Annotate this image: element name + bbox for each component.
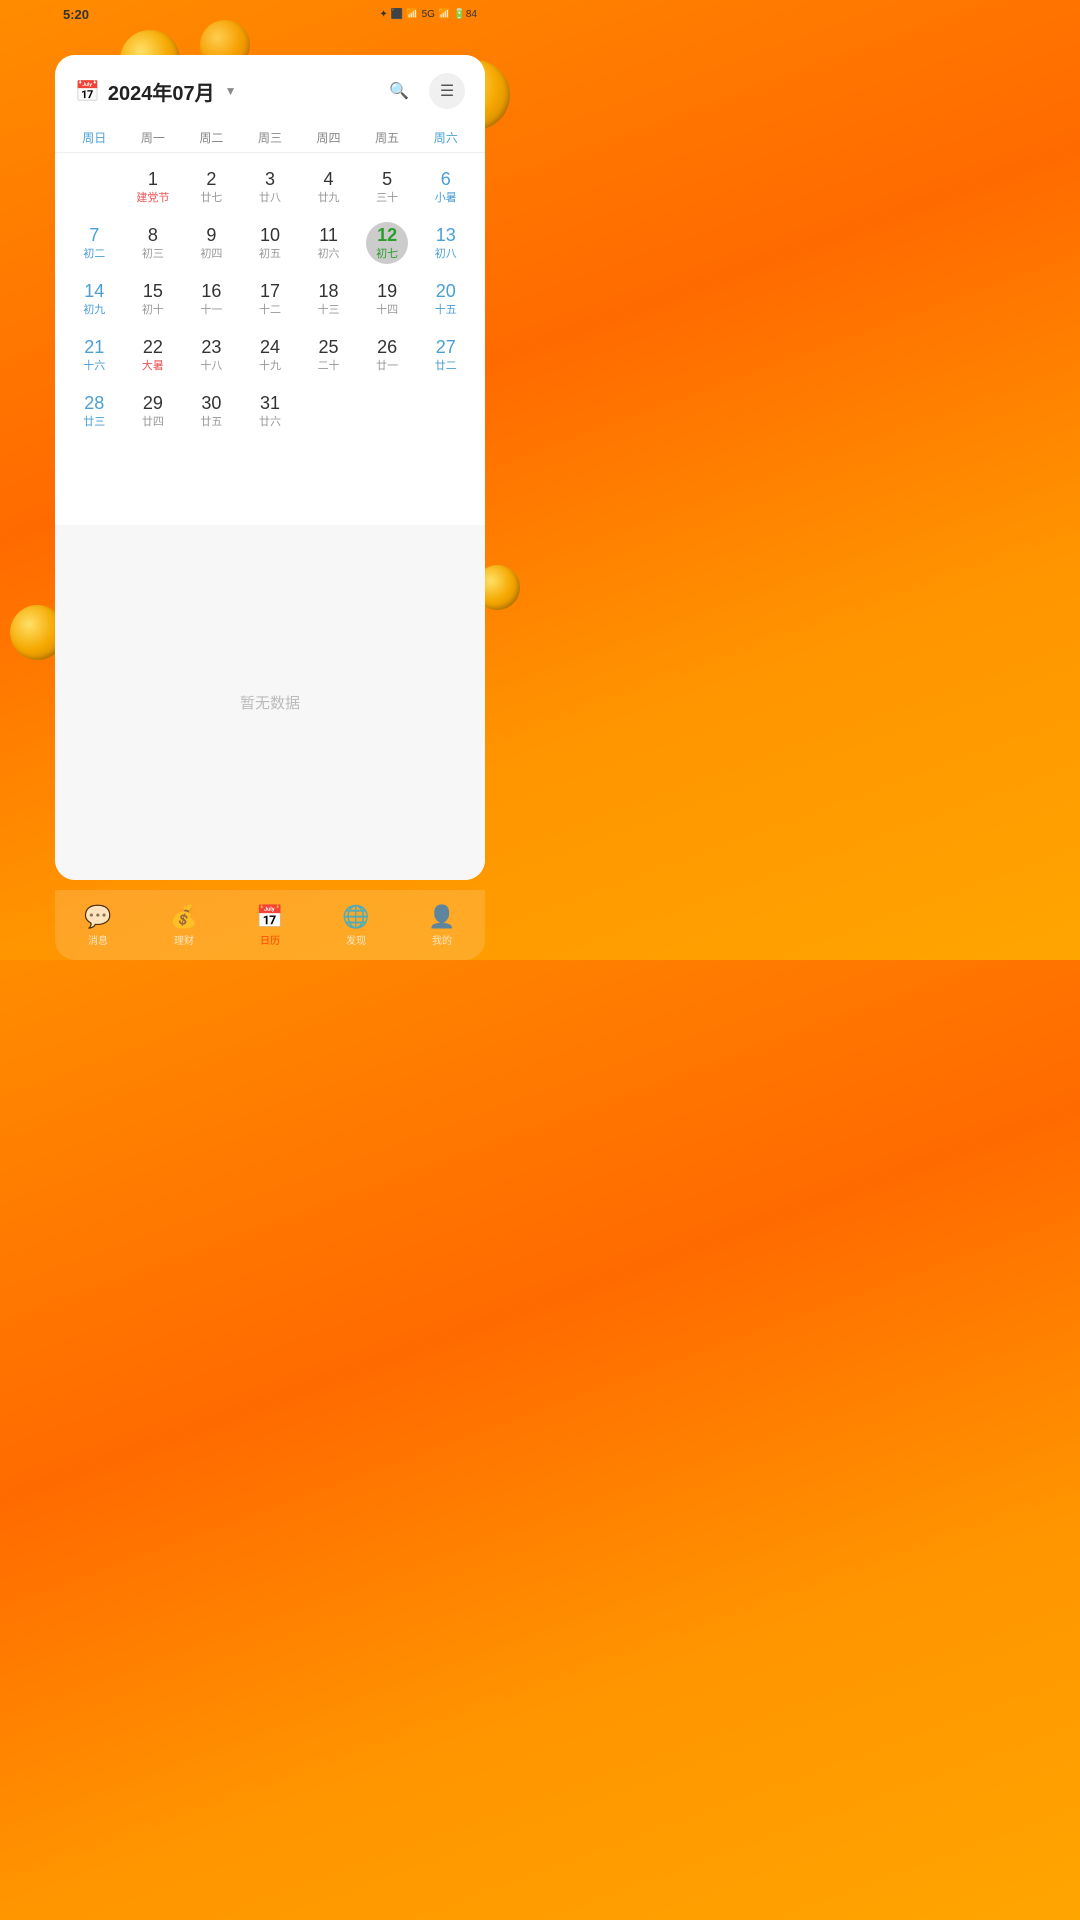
nav-message[interactable]: 💬 消息	[84, 904, 111, 947]
calendar-header: 📅 2024年07月 ▼ 🔍 ☰	[55, 55, 485, 121]
nav-finance-label: 理财	[174, 932, 194, 947]
calendar-grid: 1 建党节 2 廿七 3 廿八 4 廿九 5 三十 6 小暑	[55, 153, 485, 525]
status-icons: ✦ ⬛ 📶 5G 📶 🔋84	[379, 9, 477, 20]
calendar-week-1: 1 建党节 2 廿七 3 廿八 4 廿九 5 三十 6 小暑	[65, 161, 475, 213]
day-7[interactable]: 7 初二	[65, 217, 124, 269]
day-28[interactable]: 28 廿三	[65, 385, 124, 437]
day-23[interactable]: 23 十八	[182, 329, 241, 381]
day-24[interactable]: 24 十九	[241, 329, 300, 381]
weekday-wed: 周三	[241, 129, 300, 146]
day-empty-3	[358, 385, 417, 437]
search-button[interactable]: 🔍	[381, 73, 417, 109]
day-3[interactable]: 3 廿八	[241, 161, 300, 213]
day-21[interactable]: 21 十六	[65, 329, 124, 381]
day-9[interactable]: 9 初四	[182, 217, 241, 269]
day-15[interactable]: 15 初十	[124, 273, 183, 325]
day-16[interactable]: 16 十一	[182, 273, 241, 325]
day-10[interactable]: 10 初五	[241, 217, 300, 269]
weekday-tue: 周二	[182, 129, 241, 146]
day-4[interactable]: 4 廿九	[299, 161, 358, 213]
nav-profile[interactable]: 👤 我的	[428, 904, 455, 947]
day-17[interactable]: 17 十二	[241, 273, 300, 325]
weekday-mon: 周一	[124, 129, 183, 146]
day-empty-1	[65, 161, 124, 213]
header-left[interactable]: 📅 2024年07月 ▼	[75, 77, 237, 106]
header-right: 🔍 ☰	[381, 73, 465, 109]
status-bar: 5:20 ✦ ⬛ 📶 5G 📶 🔋84	[55, 0, 485, 28]
weekday-thu: 周四	[299, 129, 358, 146]
day-25[interactable]: 25 二十	[299, 329, 358, 381]
profile-icon: 👤	[428, 904, 455, 930]
day-5[interactable]: 5 三十	[358, 161, 417, 213]
day-2[interactable]: 2 廿七	[182, 161, 241, 213]
day-29[interactable]: 29 廿四	[124, 385, 183, 437]
nav-finance[interactable]: 💰 理财	[170, 904, 197, 947]
calendar-week-5: 28 廿三 29 廿四 30 廿五 31 廿六	[65, 385, 475, 437]
day-1[interactable]: 1 建党节	[124, 161, 183, 213]
nav-message-label: 消息	[88, 932, 108, 947]
weekday-sat: 周六	[416, 129, 475, 146]
day-22[interactable]: 22 大暑	[124, 329, 183, 381]
day-19[interactable]: 19 十四	[358, 273, 417, 325]
calendar-icon: 📅	[75, 79, 100, 104]
day-empty-4	[416, 385, 475, 437]
menu-icon: ☰	[440, 81, 454, 101]
day-26[interactable]: 26 廿一	[358, 329, 417, 381]
bottom-navigation: 💬 消息 💰 理财 📅 日历 🌐 发现 👤 我的	[55, 890, 485, 960]
calendar-week-2: 7 初二 8 初三 9 初四 10 初五 11 初六 12	[65, 217, 475, 269]
day-18[interactable]: 18 十三	[299, 273, 358, 325]
no-data-section: 暂无数据	[55, 525, 485, 881]
weekday-header: 周日 周一 周二 周三 周四 周五 周六	[55, 121, 485, 153]
day-6[interactable]: 6 小暑	[416, 161, 475, 213]
day-20[interactable]: 20 十五	[416, 273, 475, 325]
calendar-week-4: 21 十六 22 大暑 23 十八 24 十九 25 二十 26 廿一	[65, 329, 475, 381]
month-title: 2024年07月	[108, 77, 215, 106]
calendar-week-3: 14 初九 15 初十 16 十一 17 十二 18 十三 19 十四	[65, 273, 475, 325]
nav-discover[interactable]: 🌐 发现	[342, 904, 369, 947]
day-13[interactable]: 13 初八	[416, 217, 475, 269]
nav-calendar-label: 日历	[260, 932, 280, 947]
calendar-nav-icon: 📅	[256, 904, 283, 930]
day-12-today[interactable]: 12 初七	[358, 217, 417, 269]
day-14[interactable]: 14 初九	[65, 273, 124, 325]
weekday-fri: 周五	[358, 129, 417, 146]
day-31[interactable]: 31 廿六	[241, 385, 300, 437]
today-circle: 12 初七	[366, 222, 408, 264]
day-30[interactable]: 30 廿五	[182, 385, 241, 437]
menu-button[interactable]: ☰	[429, 73, 465, 109]
message-icon: 💬	[84, 904, 111, 930]
nav-discover-label: 发现	[346, 932, 366, 947]
day-27[interactable]: 27 廿二	[416, 329, 475, 381]
discover-icon: 🌐	[342, 904, 369, 930]
day-11[interactable]: 11 初六	[299, 217, 358, 269]
finance-icon: 💰	[170, 904, 197, 930]
status-time: 5:20	[63, 7, 89, 22]
nav-calendar[interactable]: 📅 日历	[256, 904, 283, 947]
day-8[interactable]: 8 初三	[124, 217, 183, 269]
calendar-card: 📅 2024年07月 ▼ 🔍 ☰ 周日 周一 周二 周三 周四 周五 周六 1	[55, 55, 485, 880]
no-data-text: 暂无数据	[240, 692, 300, 713]
nav-profile-label: 我的	[432, 932, 452, 947]
day-empty-2	[299, 385, 358, 437]
dropdown-arrow-icon[interactable]: ▼	[225, 84, 237, 98]
search-icon: 🔍	[389, 81, 409, 101]
weekday-sun: 周日	[65, 129, 124, 146]
